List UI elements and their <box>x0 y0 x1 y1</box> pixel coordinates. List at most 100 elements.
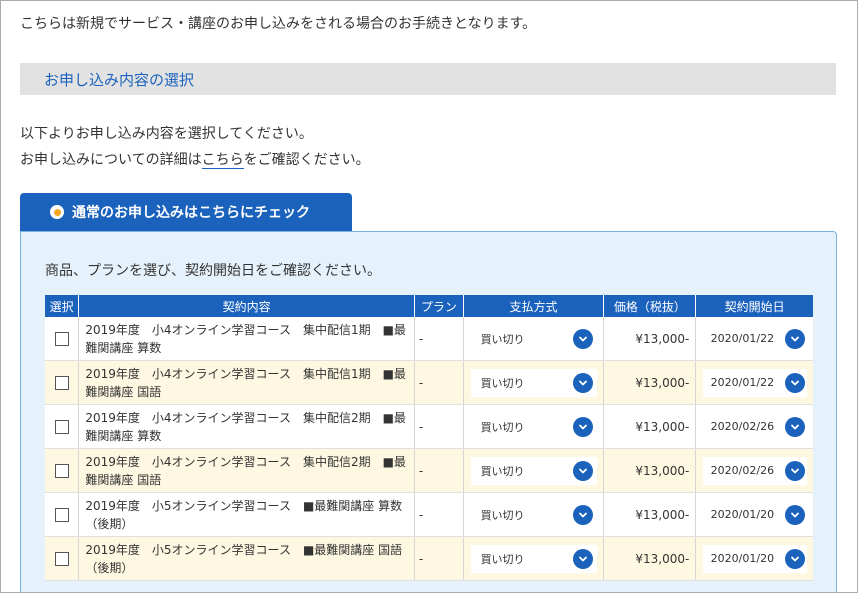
price-value: ¥13,000- <box>603 317 696 361</box>
table-row: 2019年度 小4オンライン学習コース 集中配信2期 ■最難関講座 算数 - 買い切… <box>45 404 813 449</box>
start-date-value: 2020/01/22 <box>710 332 775 345</box>
price-value: ¥13,000- <box>603 536 696 581</box>
select-cell <box>45 448 79 493</box>
table-row: 2019年度 小4オンライン学習コース 集中配信2期 ■最難関講座 国語 - 買い切… <box>45 448 813 493</box>
select-cell <box>45 404 79 449</box>
panel-instruction: 商品、プランを選び、契約開始日をご確認ください。 <box>45 263 381 279</box>
start-date-cell: 2020/01/22 <box>695 317 813 361</box>
select-cell <box>45 536 79 581</box>
contract-name: 2019年度 小5オンライン学習コース ■最難関講座 国語（後期） <box>78 536 415 581</box>
select-checkbox[interactable] <box>54 551 69 566</box>
header-contract: 契約内容 <box>78 295 415 317</box>
select-cell <box>45 317 79 361</box>
payment-select[interactable]: 買い切り <box>470 544 597 573</box>
description-line-1: 以下よりお申し込み内容を選択してください。 <box>20 126 313 142</box>
chevron-down-icon[interactable] <box>572 416 593 437</box>
table-row: 2019年度 小4オンライン学習コース 集中配信1期 ■最難関講座 国語 - 買い切… <box>45 360 813 405</box>
chevron-down-icon[interactable] <box>572 504 593 525</box>
plan-value: - <box>413 536 464 581</box>
start-date-select[interactable]: 2020/01/22 <box>702 368 807 397</box>
application-panel: 商品、プランを選び、契約開始日をご確認ください。 選択 契約内容 プラン 支払方… <box>20 231 837 592</box>
payment-cell: 買い切り <box>462 448 604 493</box>
plan-value: - <box>413 404 464 449</box>
intro-text: こちらは新規でサービス・講座のお申し込みをされる場合のお手続きとなります。 <box>20 16 537 32</box>
normal-application-tab[interactable]: 通常のお申し込みはこちらにチェック <box>20 193 352 231</box>
details-link[interactable]: こちら <box>201 152 244 169</box>
header-price: 価格（税抜） <box>603 295 696 317</box>
start-date-select[interactable]: 2020/01/20 <box>702 500 807 529</box>
header-start-date: 契約開始日 <box>695 295 813 317</box>
payment-cell: 買い切り <box>462 536 604 581</box>
payment-select[interactable]: 買い切り <box>470 324 597 353</box>
payment-select[interactable]: 買い切り <box>470 500 597 529</box>
payment-value: 買い切り <box>480 508 525 522</box>
chevron-down-icon[interactable] <box>784 328 805 349</box>
chevron-down-icon[interactable] <box>784 548 805 569</box>
section-title: お申し込み内容の選択 <box>44 70 195 89</box>
start-date-value: 2020/01/20 <box>710 508 775 521</box>
contract-name: 2019年度 小5オンライン学習コース ■最難関講座 算数（後期） <box>78 492 415 537</box>
header-payment: 支払方式 <box>462 295 604 317</box>
contract-name: 2019年度 小4オンライン学習コース 集中配信2期 ■最難関講座 算数 <box>78 404 415 449</box>
table-row: 2019年度 小5オンライン学習コース ■最難関講座 国語（後期） - 買い切り ¥1… <box>45 536 813 581</box>
chevron-down-icon[interactable] <box>784 416 805 437</box>
payment-select[interactable]: 買い切り <box>470 412 597 441</box>
start-date-select[interactable]: 2020/02/26 <box>702 412 807 441</box>
payment-cell: 買い切り <box>462 360 604 405</box>
radio-selected-icon[interactable] <box>50 205 64 219</box>
payment-select[interactable]: 買い切り <box>470 368 597 397</box>
chevron-down-icon[interactable] <box>572 372 593 393</box>
table-row: 2019年度 小4オンライン学習コース 集中配信1期 ■最難関講座 算数 - 買い切… <box>45 317 813 361</box>
contract-name: 2019年度 小4オンライン学習コース 集中配信1期 ■最難関講座 国語 <box>78 360 415 405</box>
select-cell <box>45 492 79 537</box>
payment-cell: 買い切り <box>462 404 604 449</box>
description: 以下よりお申し込み内容を選択してください。 お申し込みについての詳細はこちらをご… <box>20 121 370 173</box>
select-checkbox[interactable] <box>54 507 69 522</box>
description-text-after: をご確認ください。 <box>243 152 370 168</box>
contract-name: 2019年度 小4オンライン学習コース 集中配信1期 ■最難関講座 算数 <box>78 317 415 361</box>
start-date-value: 2020/02/26 <box>710 420 775 433</box>
start-date-select[interactable]: 2020/02/26 <box>702 456 807 485</box>
header-plan: プラン <box>413 295 464 317</box>
plan-value: - <box>413 492 464 537</box>
header-select: 選択 <box>45 295 79 317</box>
price-value: ¥13,000- <box>603 448 696 493</box>
start-date-cell: 2020/01/22 <box>695 360 813 405</box>
contract-name: 2019年度 小4オンライン学習コース 集中配信2期 ■最難関講座 国語 <box>78 448 415 493</box>
select-checkbox[interactable] <box>54 463 69 478</box>
chevron-down-icon[interactable] <box>784 504 805 525</box>
payment-value: 買い切り <box>480 332 525 346</box>
payment-cell: 買い切り <box>462 317 604 361</box>
select-checkbox[interactable] <box>54 331 69 346</box>
course-table: 選択 契約内容 プラン 支払方式 価格（税抜） 契約開始日 2019年度 小4オ… <box>45 295 813 581</box>
price-value: ¥13,000- <box>603 404 696 449</box>
payment-select[interactable]: 買い切り <box>470 456 597 485</box>
chevron-down-icon[interactable] <box>784 372 805 393</box>
start-date-select[interactable]: 2020/01/20 <box>702 544 807 573</box>
chevron-down-icon[interactable] <box>572 460 593 481</box>
description-line-2: お申し込みについての詳細はこちらをご確認ください。 <box>20 147 370 173</box>
section-header: お申し込み内容の選択 <box>20 63 836 95</box>
payment-value: 買い切り <box>480 420 525 434</box>
payment-value: 買い切り <box>480 376 525 390</box>
price-value: ¥13,000- <box>603 492 696 537</box>
start-date-cell: 2020/02/26 <box>695 404 813 449</box>
select-checkbox[interactable] <box>54 375 69 390</box>
plan-value: - <box>413 448 464 493</box>
description-text-before: お申し込みについての詳細は <box>20 152 202 168</box>
payment-value: 買い切り <box>480 552 525 566</box>
chevron-down-icon[interactable] <box>784 460 805 481</box>
start-date-cell: 2020/02/26 <box>695 448 813 493</box>
select-checkbox[interactable] <box>54 419 69 434</box>
start-date-cell: 2020/01/20 <box>695 536 813 581</box>
start-date-cell: 2020/01/20 <box>695 492 813 537</box>
start-date-value: 2020/01/20 <box>710 552 775 565</box>
plan-value: - <box>413 317 464 361</box>
plan-value: - <box>413 360 464 405</box>
select-cell <box>45 360 79 405</box>
chevron-down-icon[interactable] <box>572 328 593 349</box>
table-header-row: 選択 契約内容 プラン 支払方式 価格（税抜） 契約開始日 <box>45 295 813 317</box>
table-row: 2019年度 小5オンライン学習コース ■最難関講座 算数（後期） - 買い切り ¥1… <box>45 492 813 537</box>
chevron-down-icon[interactable] <box>572 548 593 569</box>
start-date-select[interactable]: 2020/01/22 <box>702 324 807 353</box>
